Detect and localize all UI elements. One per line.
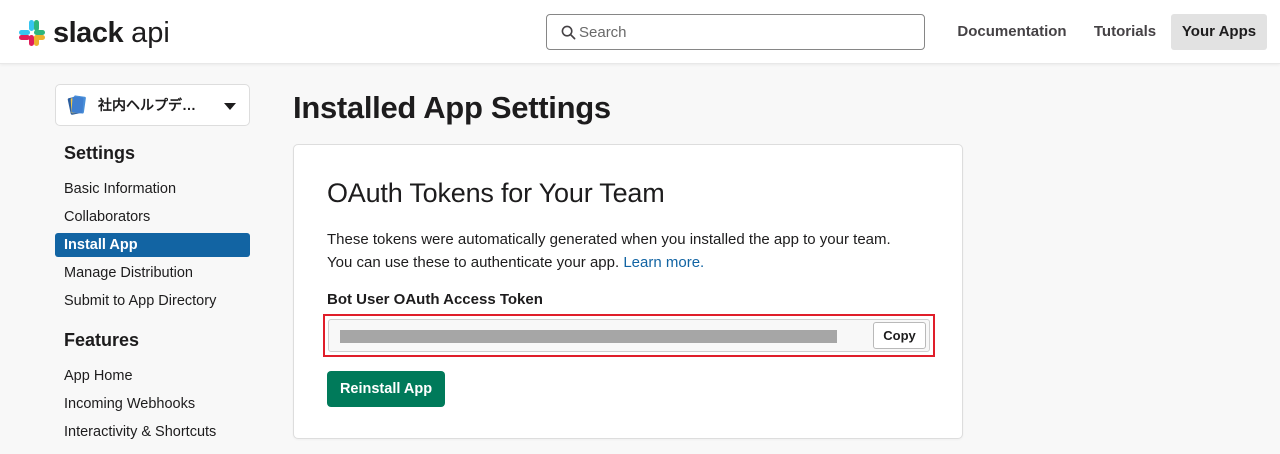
card-title: OAuth Tokens for Your Team bbox=[327, 178, 665, 208]
sidebar-item-submit-to-app-directory[interactable]: Submit to App Directory bbox=[55, 289, 250, 313]
brand-suffix: api bbox=[131, 17, 170, 49]
slack-api-logo[interactable]: slack api bbox=[18, 18, 170, 48]
settings-heading: Settings bbox=[64, 143, 136, 163]
token-label: Bot User OAuth Access Token bbox=[327, 291, 543, 308]
sidebar-item-interactivity-shortcuts[interactable]: Interactivity & Shortcuts bbox=[55, 420, 250, 444]
redacted-token-value bbox=[340, 330, 837, 343]
slack-logo-icon bbox=[19, 20, 45, 46]
sidebar-item-app-home[interactable]: App Home bbox=[55, 364, 250, 388]
nav-tutorials[interactable]: Tutorials bbox=[1085, 14, 1165, 50]
description-line-2: You can use these to authenticate your a… bbox=[327, 251, 937, 274]
features-heading: Features bbox=[64, 330, 140, 350]
app-name: 社内ヘルプデ… bbox=[98, 97, 196, 113]
reinstall-app-button[interactable]: Reinstall App bbox=[327, 371, 445, 407]
description-line-2-text: You can use these to authenticate your a… bbox=[327, 254, 620, 271]
token-highlight-box: Copy bbox=[323, 314, 935, 357]
nav-your-apps[interactable]: Your Apps bbox=[1171, 14, 1267, 50]
card-description: These tokens were automatically generate… bbox=[327, 228, 937, 274]
nav-documentation[interactable]: Documentation bbox=[946, 14, 1078, 50]
search-box[interactable] bbox=[546, 14, 925, 50]
learn-more-link[interactable]: Learn more. bbox=[623, 254, 704, 271]
caret-down-icon bbox=[224, 103, 236, 110]
oauth-tokens-card: OAuth Tokens for Your Team These tokens … bbox=[293, 144, 963, 439]
sidebar-item-collaborators[interactable]: Collaborators bbox=[55, 205, 250, 229]
description-line-1: These tokens were automatically generate… bbox=[327, 231, 891, 248]
sidebar-item-manage-distribution[interactable]: Manage Distribution bbox=[55, 261, 250, 285]
search-input[interactable] bbox=[579, 23, 909, 41]
top-header: slack api Documentation Tutorials Your A… bbox=[0, 0, 1280, 64]
copy-button[interactable]: Copy bbox=[873, 322, 926, 349]
brand-name: slack bbox=[53, 17, 124, 49]
page-title: Installed App Settings bbox=[293, 90, 611, 125]
sidebar-item-install-app[interactable]: Install App bbox=[55, 233, 250, 257]
search-icon bbox=[561, 25, 576, 39]
app-icon bbox=[67, 95, 86, 115]
app-selector[interactable]: 社内ヘルプデ… bbox=[55, 84, 250, 126]
token-field[interactable]: Copy bbox=[328, 319, 930, 352]
sidebar-item-incoming-webhooks[interactable]: Incoming Webhooks bbox=[55, 392, 250, 416]
sidebar-item-basic-information[interactable]: Basic Information bbox=[55, 177, 250, 201]
